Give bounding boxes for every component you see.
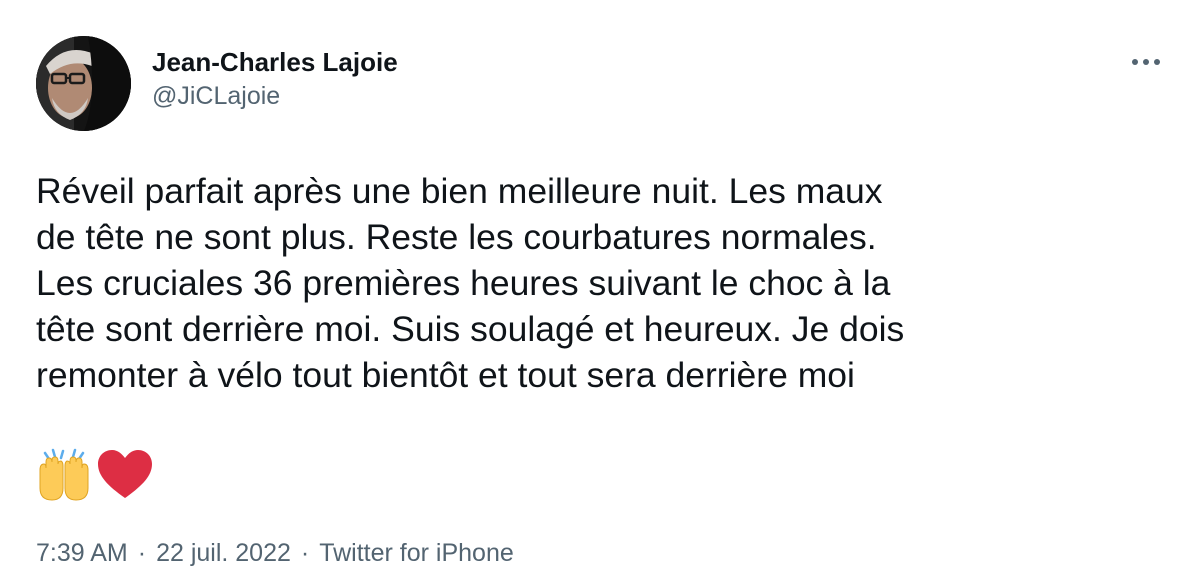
raising-hands-emoji-icon [39,448,89,501]
author-info: Jean-Charles Lajoie @JiCLajoie [152,44,398,114]
tweet-source[interactable]: Twitter for iPhone [319,535,514,571]
red-heart-emoji-icon [98,450,152,498]
tweet-card: Jean-Charles Lajoie @JiCLajoie Réveil pa… [0,0,1198,588]
tweet-time[interactable]: 7:39 AM [36,535,128,571]
profile-photo-icon [36,36,131,131]
tweet-meta: 7:39 AM · 22 juil. 2022 · Twitter for iP… [36,535,514,571]
author-avatar[interactable] [36,36,131,131]
tweet-date[interactable]: 22 juil. 2022 [156,535,291,571]
tweet-emojis [36,448,154,502]
more-horizontal-icon [1132,59,1160,65]
meta-separator: · [300,539,310,567]
author-handle[interactable]: @JiCLajoie [152,78,398,114]
meta-separator: · [137,539,147,567]
more-options-button[interactable] [1128,50,1164,74]
author-display-name[interactable]: Jean-Charles Lajoie [152,44,398,80]
tweet-text: Réveil parfait après une bien meilleure … [36,171,905,395]
